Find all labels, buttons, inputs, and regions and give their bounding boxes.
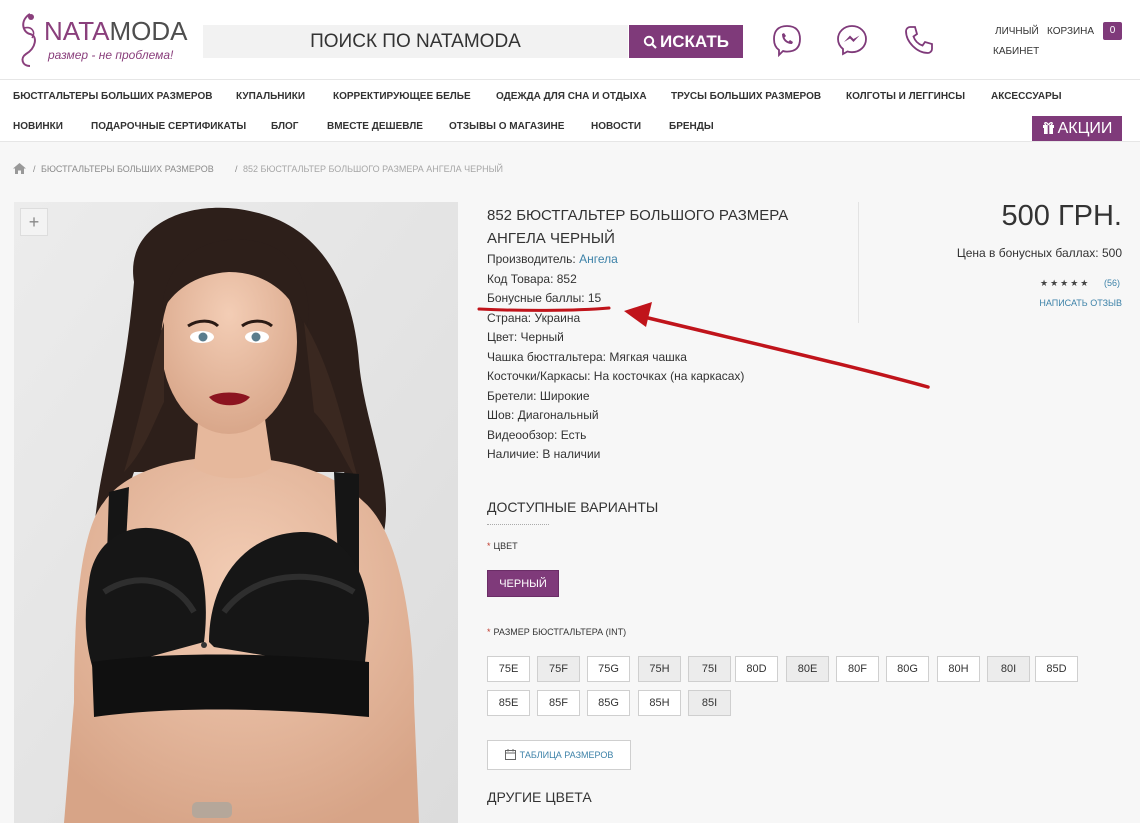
logo-text: NATAMODA (44, 16, 188, 46)
spec-video: Видеообзор: Есть (487, 428, 587, 442)
color-option-black[interactable]: ЧЕРНЫЙ (487, 570, 559, 597)
size-option[interactable]: 80H (937, 656, 980, 682)
home-icon[interactable] (13, 163, 26, 174)
bonus-price: Цена в бонусных баллах: 500 (956, 246, 1122, 260)
zoom-button[interactable]: + (20, 208, 48, 236)
site-header: NATAMODA размер - не проблема! ПОИСК ПО … (0, 0, 1140, 80)
nav-item-brands[interactable]: БРЕНДЫ (669, 121, 714, 132)
divider (858, 202, 859, 323)
spec-availability: Наличие: В наличии (487, 447, 601, 461)
size-option[interactable]: 75I (688, 656, 731, 682)
spec-maker: Производитель: Ангела (487, 252, 618, 266)
size-option[interactable]: 80G (886, 656, 929, 682)
nav-item-news[interactable]: НОВОСТИ (591, 121, 641, 132)
size-option[interactable]: 85I (688, 690, 731, 716)
breadcrumb-separator: / (235, 164, 238, 174)
phone-icon[interactable] (902, 23, 936, 57)
spec-color: Цвет: Черный (487, 330, 564, 344)
breadcrumb-item-category[interactable]: БЮСТГАЛЬТЕРЫ БОЛЬШИХ РАЗМЕРОВ (41, 164, 214, 174)
divider (487, 524, 549, 525)
calendar-icon (504, 749, 516, 760)
spec-straps: Бретели: Широкие (487, 389, 590, 403)
options-title: ДОСТУПНЫЕ ВАРИАНТЫ (487, 499, 659, 515)
required-marker: * (487, 627, 491, 637)
rating-stars: ★★★★★ (1040, 278, 1091, 288)
logo[interactable]: NATAMODA размер - не проблема! (12, 10, 192, 70)
nav-item-bras[interactable]: БЮСТГАЛЬТЕРЫ БОЛЬШИХ РАЗМЕРОВ (13, 91, 212, 102)
breadcrumb-item-current: 852 БЮСТГАЛЬТЕР БОЛЬШОГО РАЗМЕРА АНГЕЛА … (243, 164, 504, 174)
nav-item-swimwear[interactable]: КУПАЛЬНИКИ (236, 91, 305, 102)
account-link[interactable]: ЛИЧНЫЙ (995, 26, 1039, 37)
required-marker: * (487, 541, 491, 551)
color-option-label: * ЦВЕТ (487, 541, 518, 551)
search-input[interactable]: ПОИСК ПО NATAMODA (203, 25, 628, 58)
search-button[interactable]: ИСКАТЬ (629, 25, 743, 58)
product-title: 852 БЮСТГАЛЬТЕР БОЛЬШОГО РАЗМЕРА АНГЕЛА … (487, 207, 789, 247)
nav-item-tights[interactable]: КОЛГОТЫ И ЛЕГГИНСЫ (846, 91, 965, 102)
nav-item-gift-cards[interactable]: ПОДАРОЧНЫЕ СЕРТИФИКАТЫ (91, 121, 246, 132)
size-option[interactable]: 85G (587, 690, 630, 716)
size-option[interactable]: 80D (735, 656, 778, 682)
main-nav: БЮСТГАЛЬТЕРЫ БОЛЬШИХ РАЗМЕРОВ КУПАЛЬНИКИ… (0, 80, 1140, 142)
cart-count-badge[interactable]: 0 (1103, 22, 1122, 40)
maker-link[interactable]: Ангела (579, 252, 618, 266)
size-option-label: * РАЗМЕР БЮСТГАЛЬТЕРА (INT) (487, 627, 627, 637)
size-option[interactable]: 85F (537, 690, 580, 716)
product-image (14, 202, 458, 823)
nav-item-bundles[interactable]: ВМЕСТЕ ДЕШЕВЛЕ (327, 121, 423, 132)
viber-icon[interactable] (770, 23, 804, 57)
size-option[interactable]: 75H (638, 656, 681, 682)
size-option[interactable]: 75F (537, 656, 580, 682)
search-icon (643, 35, 657, 49)
nav-item-sleepwear[interactable]: ОДЕЖДА ДЛЯ СНА И ОТДЫХА (496, 91, 647, 102)
promo-button[interactable]: АКЦИИ (1032, 116, 1122, 141)
size-table-button[interactable]: ТАБЛИЦА РАЗМЕРОВ (487, 740, 631, 770)
spec-seam: Шов: Диагональный (487, 408, 599, 422)
gift-icon (1042, 122, 1054, 134)
size-option[interactable]: 80E (786, 656, 829, 682)
spec-country: Страна: Украина (487, 311, 581, 325)
breadcrumb-separator: / (33, 164, 36, 174)
spec-bonus-points: Бонусные баллы: 15 (487, 291, 602, 305)
nav-item-accessories[interactable]: АКСЕССУАРЫ (991, 91, 1062, 102)
nav-item-new[interactable]: НОВИНКИ (13, 121, 63, 132)
size-option[interactable]: 75E (487, 656, 530, 682)
account-link-line2[interactable]: КАБИНЕТ (993, 46, 1039, 57)
spec-code: Код Товара: 852 (487, 272, 577, 286)
spec-underwire: Косточки/Каркасы: На косточках (на карка… (487, 369, 745, 383)
size-option[interactable]: 85E (487, 690, 530, 716)
size-option[interactable]: 75G (587, 656, 630, 682)
product-price: 500 ГРН. (1001, 200, 1123, 232)
size-option[interactable]: 85H (638, 690, 681, 716)
review-count[interactable]: (56) (1104, 278, 1120, 288)
logo-tagline: размер - не проблема! (48, 48, 174, 62)
nav-item-shapewear[interactable]: КОРРЕКТИРУЮЩЕЕ БЕЛЬЕ (333, 91, 471, 102)
size-option[interactable]: 80I (987, 656, 1030, 682)
cart-link[interactable]: КОРЗИНА (1047, 26, 1094, 37)
other-colors-title: ДРУГИЕ ЦВЕТА (487, 789, 592, 805)
spec-cup: Чашка бюстгальтера: Мягкая чашка (487, 350, 687, 364)
product-photo[interactable] (14, 202, 458, 823)
nav-item-blog[interactable]: БЛОГ (271, 121, 298, 132)
nav-item-panties[interactable]: ТРУСЫ БОЛЬШИХ РАЗМЕРОВ (671, 91, 821, 102)
logo-mark-icon (21, 13, 36, 67)
size-option[interactable]: 80F (836, 656, 879, 682)
write-review-link[interactable]: НАПИСАТЬ ОТЗЫВ (1039, 298, 1122, 308)
messenger-icon[interactable] (835, 23, 869, 57)
nav-item-reviews[interactable]: ОТЗЫВЫ О МАГАЗИНЕ (449, 121, 564, 132)
size-option[interactable]: 85D (1035, 656, 1078, 682)
